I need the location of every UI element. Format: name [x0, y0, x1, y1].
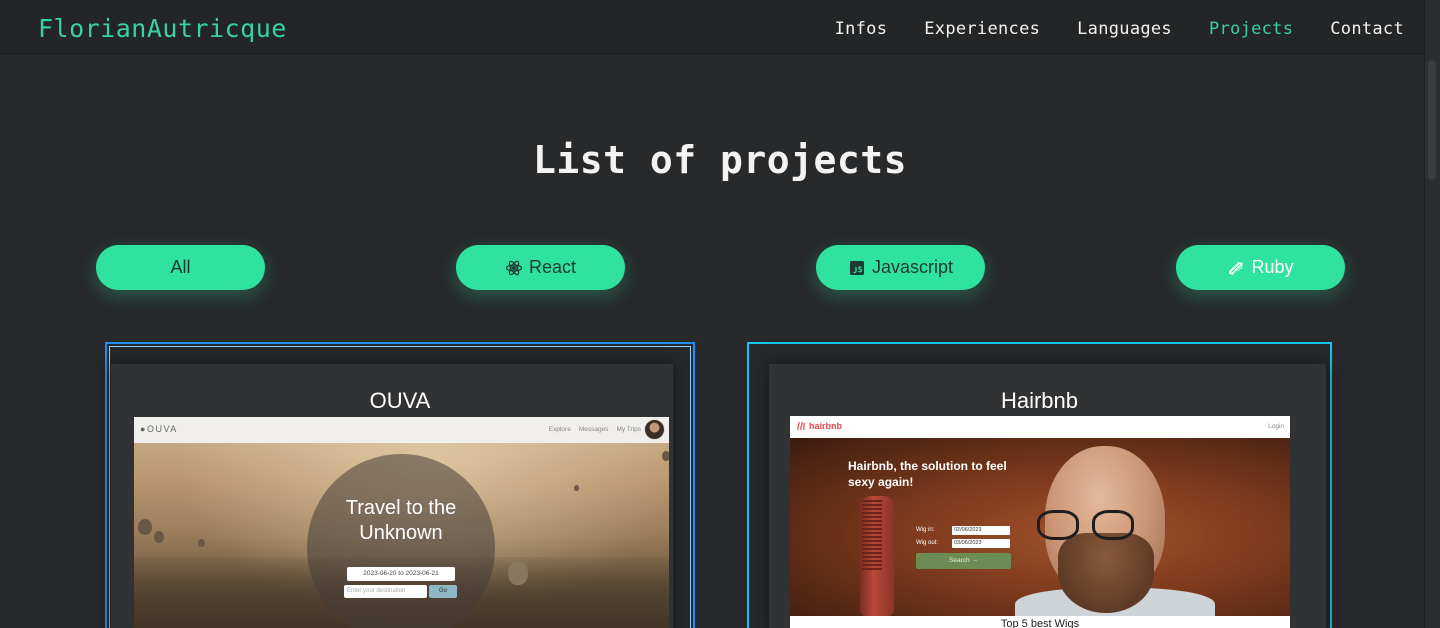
nav-link-experiences[interactable]: Experiences: [924, 19, 1040, 39]
filter-javascript-button[interactable]: Javascript: [816, 245, 985, 290]
ruby-icon: [1227, 259, 1245, 277]
comb-teeth: [862, 500, 882, 570]
nav-link-contact[interactable]: Contact: [1330, 19, 1404, 39]
preview-hero: Travel to the Unknown 2023-06-20 to 2023…: [134, 443, 669, 628]
project-screenshot[interactable]: ●OUVA Explore Messages My Trips Travel t…: [134, 417, 669, 628]
preview-hero: Hairbnb, the solution to feel sexy again…: [790, 438, 1290, 628]
navbar: FlorianAutricque Infos Experiences Langu…: [0, 0, 1424, 54]
project-title: Hairbnb: [1000, 388, 1079, 413]
filter-react-button[interactable]: React: [456, 245, 625, 290]
preview-logo: ●OUVA: [140, 424, 178, 434]
glasses-right: [1092, 510, 1134, 540]
filter-ruby-button[interactable]: Ruby: [1176, 245, 1345, 290]
preview-navbar: hairbnb Login: [790, 416, 1290, 438]
preview-menu-item: Explore: [548, 426, 571, 433]
preview-section-heading: Top 5 best Wigs: [790, 616, 1290, 628]
filter-label: All: [170, 257, 191, 277]
go-button: Go: [429, 585, 457, 598]
brand-logo[interactable]: FlorianAutricque: [38, 14, 287, 43]
man-beard: [1058, 533, 1154, 613]
wig-out-input: 03/06/2023: [952, 539, 1010, 548]
destination-input: Enter your destination: [344, 585, 427, 598]
filter-label: Ruby: [1251, 257, 1294, 277]
javascript-icon: [848, 259, 866, 277]
search-button: Search →: [916, 553, 1011, 569]
balloon-image: [662, 451, 669, 461]
balloon-image: [508, 561, 528, 585]
nav-links: Infos Experiences Languages Projects Con…: [835, 19, 1404, 39]
date-range-input: 2023-06-20 to 2023-06-21: [347, 567, 455, 581]
hairbnb-logo-icon: [797, 421, 805, 431]
preview-menu-item: My Trips: [616, 426, 641, 433]
hero-heading: Travel to the Unknown: [345, 497, 457, 544]
nav-link-projects[interactable]: Projects: [1209, 19, 1293, 39]
wig-in-label: Wig in:: [916, 527, 935, 533]
preview-menu-item: Messages: [578, 426, 609, 433]
balloon-image: [198, 539, 205, 547]
avatar: [644, 419, 665, 440]
nav-link-infos[interactable]: Infos: [835, 19, 888, 39]
preview-logo: hairbnb: [796, 421, 842, 431]
preview-menu: Explore Messages My Trips: [549, 426, 641, 433]
filter-label: React: [528, 257, 577, 277]
hero-heading: Hairbnb, the solution to feel sexy again…: [848, 459, 1007, 489]
preview-login-link: Login: [1268, 423, 1284, 430]
react-icon: [505, 259, 523, 277]
page-title: List of projects: [532, 138, 908, 182]
filter-all-button[interactable]: All: [96, 245, 265, 290]
project-screenshot[interactable]: hairbnb Login Hairbnb, the solution to f…: [790, 416, 1290, 628]
nav-link-languages[interactable]: Languages: [1077, 19, 1172, 39]
project-card-hairbnb[interactable]: Hairbnb hairbnb Login Hairbnb, the solut…: [747, 342, 1332, 628]
preview-navbar: ●OUVA Explore Messages My Trips: [134, 417, 669, 443]
filter-label: Javascript: [871, 257, 954, 277]
page-scrollbar[interactable]: [1424, 0, 1440, 628]
glasses-left: [1037, 510, 1079, 540]
wig-out-label: Wig out:: [916, 540, 939, 546]
project-card-ouva[interactable]: OUVA ●OUVA Explore Messages My Trips Tra…: [105, 342, 695, 628]
wig-in-input: 02/06/2023: [952, 526, 1010, 535]
balloon-image: [574, 485, 579, 491]
balloon-image: [138, 519, 152, 535]
balloon-image: [154, 531, 164, 543]
project-title: OUVA: [369, 388, 431, 413]
